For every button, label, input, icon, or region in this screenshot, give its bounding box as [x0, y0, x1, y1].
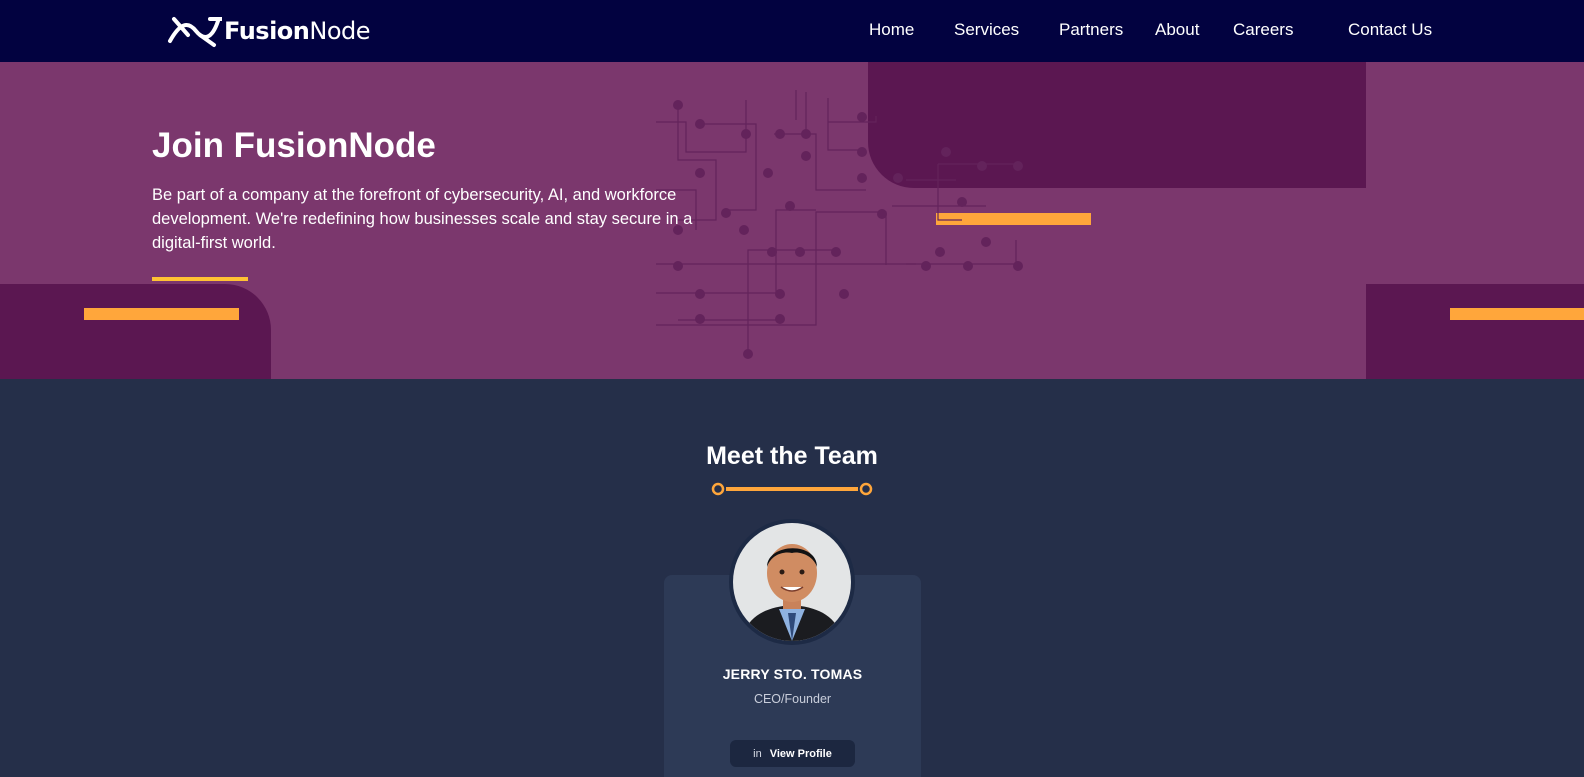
view-profile-label: View Profile [769, 747, 832, 760]
team-member-name: JERRY STO. TOMAS [722, 666, 863, 682]
hero-title: Join FusionNode [152, 126, 436, 165]
hero-decor-block-left [0, 284, 271, 379]
hero-accent-underline [152, 277, 248, 281]
nav-link-home[interactable]: Home [869, 20, 914, 40]
team-title-divider [711, 482, 873, 496]
hero-decor-block-right [1366, 284, 1584, 379]
linkedin-icon: in [753, 747, 762, 760]
fusionnode-logo-icon [168, 17, 222, 47]
hero-decor-bar-left [84, 308, 239, 320]
nav-link-contact-us[interactable]: Contact Us [1348, 20, 1432, 40]
team-section-title: Meet the Team [706, 442, 878, 470]
team-member-photo [733, 523, 851, 641]
hero-decor-bar-right [1450, 308, 1584, 320]
brand-name: FusionNode [224, 17, 371, 45]
nav-link-careers[interactable]: Careers [1233, 20, 1293, 40]
top-navbar: FusionNode Home Services Partners About … [0, 0, 1584, 62]
hero-description: Be part of a company at the forefront of… [152, 186, 693, 252]
team-member-role: CEO/Founder [753, 692, 832, 706]
brand-logo[interactable]: FusionNode [166, 13, 371, 49]
view-profile-button[interactable]: in View Profile [730, 740, 855, 767]
nav-link-partners[interactable]: Partners [1059, 20, 1123, 40]
nav-link-about[interactable]: About [1155, 20, 1199, 40]
nav-link-services[interactable]: Services [954, 20, 1019, 40]
avatar [729, 519, 855, 645]
hero-banner: Join FusionNode Be part of a company at … [0, 62, 1584, 379]
